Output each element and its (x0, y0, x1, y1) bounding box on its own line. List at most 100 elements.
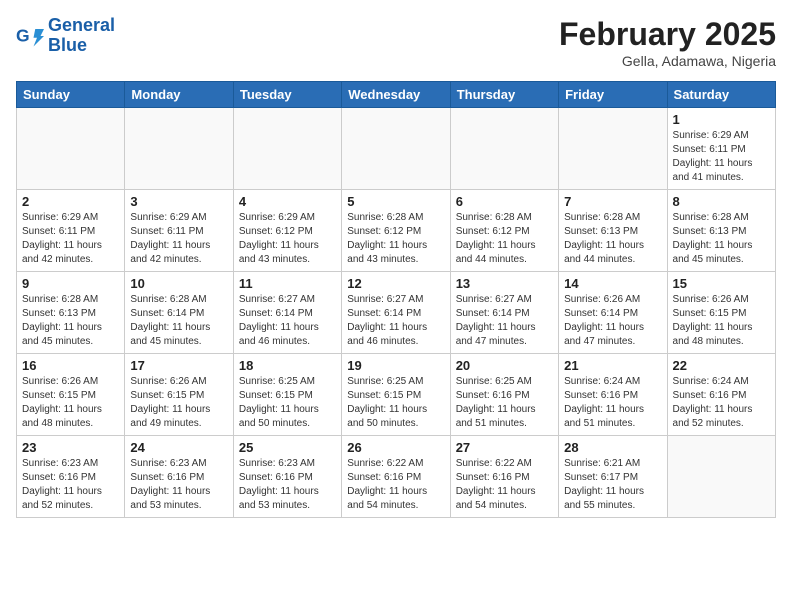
day-info: Sunrise: 6:29 AM Sunset: 6:11 PM Dayligh… (673, 129, 770, 185)
weekday-header-tuesday: Tuesday (233, 82, 341, 108)
calendar-cell: 3 Sunrise: 6:29 AM Sunset: 6:11 PM Daylig… (125, 190, 233, 272)
calendar-cell: 19 Sunrise: 6:25 AM Sunset: 6:15 PM Dayli… (342, 354, 450, 436)
day-number: 25 (239, 440, 336, 455)
day-info: Sunrise: 6:25 AM Sunset: 6:15 PM Dayligh… (347, 375, 444, 431)
calendar-cell: 24 Sunrise: 6:23 AM Sunset: 6:16 PM Dayli… (125, 436, 233, 518)
day-info: Sunrise: 6:27 AM Sunset: 6:14 PM Dayligh… (347, 293, 444, 349)
weekday-header-monday: Monday (125, 82, 233, 108)
calendar-cell (17, 108, 125, 190)
weekday-header-wednesday: Wednesday (342, 82, 450, 108)
day-info: Sunrise: 6:22 AM Sunset: 6:16 PM Dayligh… (347, 457, 444, 513)
day-info: Sunrise: 6:28 AM Sunset: 6:13 PM Dayligh… (673, 211, 770, 267)
calendar-week-3: 9 Sunrise: 6:28 AM Sunset: 6:13 PM Daylig… (17, 272, 776, 354)
weekday-header-thursday: Thursday (450, 82, 558, 108)
calendar-cell: 26 Sunrise: 6:22 AM Sunset: 6:16 PM Dayli… (342, 436, 450, 518)
calendar-cell: 14 Sunrise: 6:26 AM Sunset: 6:14 PM Dayli… (559, 272, 667, 354)
day-info: Sunrise: 6:26 AM Sunset: 6:15 PM Dayligh… (130, 375, 227, 431)
calendar-cell (450, 108, 558, 190)
weekday-header-row: SundayMondayTuesdayWednesdayThursdayFrid… (17, 82, 776, 108)
day-number: 26 (347, 440, 444, 455)
day-info: Sunrise: 6:28 AM Sunset: 6:13 PM Dayligh… (22, 293, 119, 349)
day-info: Sunrise: 6:27 AM Sunset: 6:14 PM Dayligh… (239, 293, 336, 349)
location: Gella, Adamawa, Nigeria (559, 53, 776, 69)
calendar-cell (233, 108, 341, 190)
day-info: Sunrise: 6:26 AM Sunset: 6:15 PM Dayligh… (22, 375, 119, 431)
day-info: Sunrise: 6:28 AM Sunset: 6:12 PM Dayligh… (347, 211, 444, 267)
calendar-cell: 22Sunrise: 6:24 AM Sunset: 6:16 PM Dayli… (667, 354, 775, 436)
day-number: 6 (456, 194, 553, 209)
day-number: 13 (456, 276, 553, 291)
calendar-cell: 21 Sunrise: 6:24 AM Sunset: 6:16 PM Dayli… (559, 354, 667, 436)
calendar-cell (342, 108, 450, 190)
day-number: 9 (22, 276, 119, 291)
day-number: 20 (456, 358, 553, 373)
day-info: Sunrise: 6:24 AM Sunset: 6:16 PM Dayligh… (564, 375, 661, 431)
calendar-week-5: 23 Sunrise: 6:23 AM Sunset: 6:16 PM Dayli… (17, 436, 776, 518)
day-number: 21 (564, 358, 661, 373)
day-number: 28 (564, 440, 661, 455)
calendar-cell: 12 Sunrise: 6:27 AM Sunset: 6:14 PM Dayli… (342, 272, 450, 354)
weekday-header-friday: Friday (559, 82, 667, 108)
day-number: 3 (130, 194, 227, 209)
calendar-cell: 17 Sunrise: 6:26 AM Sunset: 6:15 PM Dayli… (125, 354, 233, 436)
svg-text:G: G (16, 25, 30, 45)
calendar-cell: 2Sunrise: 6:29 AM Sunset: 6:11 PM Daylig… (17, 190, 125, 272)
day-number: 12 (347, 276, 444, 291)
day-info: Sunrise: 6:29 AM Sunset: 6:12 PM Dayligh… (239, 211, 336, 267)
day-number: 4 (239, 194, 336, 209)
day-number: 23 (22, 440, 119, 455)
calendar-cell: 10 Sunrise: 6:28 AM Sunset: 6:14 PM Dayli… (125, 272, 233, 354)
day-info: Sunrise: 6:26 AM Sunset: 6:15 PM Dayligh… (673, 293, 770, 349)
calendar-week-1: 1 Sunrise: 6:29 AM Sunset: 6:11 PM Daylig… (17, 108, 776, 190)
calendar-cell: 16Sunrise: 6:26 AM Sunset: 6:15 PM Dayli… (17, 354, 125, 436)
calendar-cell: 27 Sunrise: 6:22 AM Sunset: 6:16 PM Dayli… (450, 436, 558, 518)
calendar-cell (559, 108, 667, 190)
calendar-cell: 6Sunrise: 6:28 AM Sunset: 6:12 PM Daylig… (450, 190, 558, 272)
day-number: 15 (673, 276, 770, 291)
calendar-cell: 7 Sunrise: 6:28 AM Sunset: 6:13 PM Daylig… (559, 190, 667, 272)
day-number: 18 (239, 358, 336, 373)
page-header: G General Blue February 2025 Gella, Adam… (16, 16, 776, 69)
day-info: Sunrise: 6:23 AM Sunset: 6:16 PM Dayligh… (130, 457, 227, 513)
day-info: Sunrise: 6:27 AM Sunset: 6:14 PM Dayligh… (456, 293, 553, 349)
day-number: 7 (564, 194, 661, 209)
day-info: Sunrise: 6:28 AM Sunset: 6:13 PM Dayligh… (564, 211, 661, 267)
day-number: 24 (130, 440, 227, 455)
calendar-cell: 4 Sunrise: 6:29 AM Sunset: 6:12 PM Daylig… (233, 190, 341, 272)
calendar-week-2: 2Sunrise: 6:29 AM Sunset: 6:11 PM Daylig… (17, 190, 776, 272)
day-info: Sunrise: 6:29 AM Sunset: 6:11 PM Dayligh… (22, 211, 119, 267)
month-title: February 2025 (559, 16, 776, 53)
day-number: 1 (673, 112, 770, 127)
day-number: 5 (347, 194, 444, 209)
calendar-cell (125, 108, 233, 190)
day-number: 10 (130, 276, 227, 291)
day-info: Sunrise: 6:23 AM Sunset: 6:16 PM Dayligh… (22, 457, 119, 513)
day-number: 19 (347, 358, 444, 373)
calendar-cell: 8 Sunrise: 6:28 AM Sunset: 6:13 PM Daylig… (667, 190, 775, 272)
day-info: Sunrise: 6:21 AM Sunset: 6:17 PM Dayligh… (564, 457, 661, 513)
day-info: Sunrise: 6:24 AM Sunset: 6:16 PM Dayligh… (673, 375, 770, 431)
calendar-cell: 5 Sunrise: 6:28 AM Sunset: 6:12 PM Daylig… (342, 190, 450, 272)
day-info: Sunrise: 6:22 AM Sunset: 6:16 PM Dayligh… (456, 457, 553, 513)
calendar-cell: 9 Sunrise: 6:28 AM Sunset: 6:13 PM Daylig… (17, 272, 125, 354)
day-info: Sunrise: 6:23 AM Sunset: 6:16 PM Dayligh… (239, 457, 336, 513)
day-number: 8 (673, 194, 770, 209)
day-number: 27 (456, 440, 553, 455)
weekday-header-saturday: Saturday (667, 82, 775, 108)
day-number: 11 (239, 276, 336, 291)
calendar-cell (667, 436, 775, 518)
day-number: 14 (564, 276, 661, 291)
calendar-cell: 13 Sunrise: 6:27 AM Sunset: 6:14 PM Dayli… (450, 272, 558, 354)
day-info: Sunrise: 6:28 AM Sunset: 6:14 PM Dayligh… (130, 293, 227, 349)
day-number: 17 (130, 358, 227, 373)
calendar-cell: 25 Sunrise: 6:23 AM Sunset: 6:16 PM Dayli… (233, 436, 341, 518)
day-info: Sunrise: 6:26 AM Sunset: 6:14 PM Dayligh… (564, 293, 661, 349)
day-info: Sunrise: 6:29 AM Sunset: 6:11 PM Dayligh… (130, 211, 227, 267)
calendar-cell: 28 Sunrise: 6:21 AM Sunset: 6:17 PM Dayli… (559, 436, 667, 518)
logo-line1: General (48, 16, 115, 36)
logo: G General Blue (16, 16, 115, 56)
calendar-week-4: 16Sunrise: 6:26 AM Sunset: 6:15 PM Dayli… (17, 354, 776, 436)
day-info: Sunrise: 6:25 AM Sunset: 6:16 PM Dayligh… (456, 375, 553, 431)
calendar-cell: 11 Sunrise: 6:27 AM Sunset: 6:14 PM Dayli… (233, 272, 341, 354)
calendar-cell: 1 Sunrise: 6:29 AM Sunset: 6:11 PM Daylig… (667, 108, 775, 190)
